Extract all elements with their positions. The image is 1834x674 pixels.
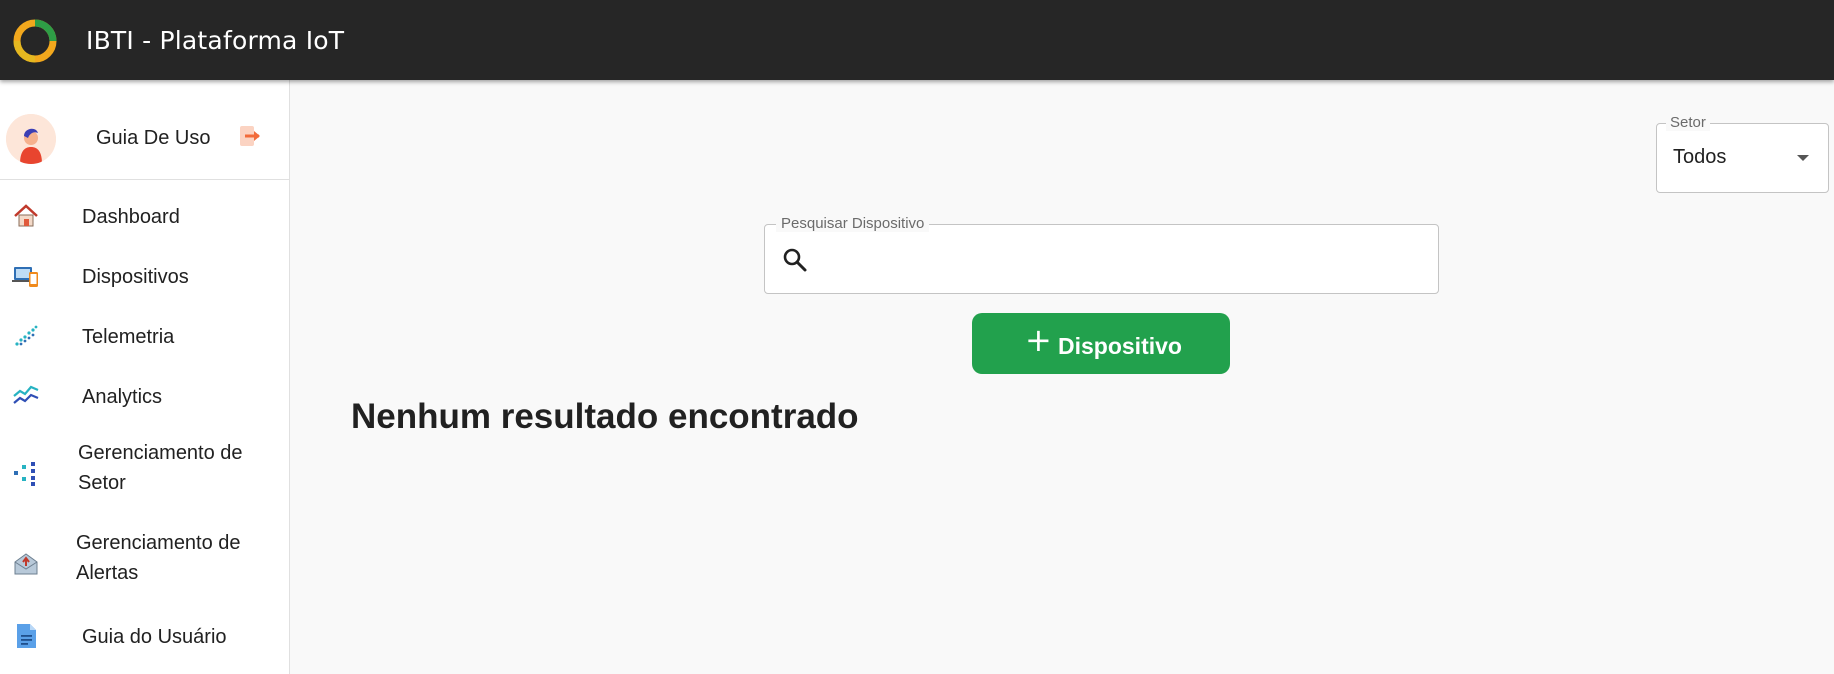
user-avatar-icon[interactable] xyxy=(6,114,56,164)
alerts-management-icon xyxy=(14,553,38,575)
sidebar-item-label-line2: Setor xyxy=(78,472,126,494)
analytics-icon xyxy=(13,385,39,404)
sidebar-item-gerenciamento-alertas[interactable]: Gerenciamento de Alertas xyxy=(0,528,289,598)
sidebar-item-guia-usuario[interactable]: Guia do Usuário xyxy=(0,612,289,662)
main-content xyxy=(290,80,1834,674)
profile-name: Guia De Uso xyxy=(96,127,211,149)
sidebar-item-label-line1: Gerenciamento de xyxy=(76,532,241,554)
sidebar-item-label: Analytics xyxy=(82,386,163,408)
ibti-logo-icon[interactable] xyxy=(12,18,58,64)
add-device-button-label[interactable]: Dispositivo xyxy=(1058,333,1182,360)
plus-icon[interactable]: + xyxy=(1025,322,1052,358)
top-app-bar: IBTI - Plataforma IoT xyxy=(0,0,1834,80)
empty-results-message: Nenhum resultado encontrado xyxy=(351,397,859,436)
sidebar-item-dashboard[interactable]: Dashboard xyxy=(0,192,289,242)
search-field-label: Pesquisar Dispositivo xyxy=(776,215,930,232)
dropdown-arrow-icon[interactable] xyxy=(1797,155,1809,161)
sidebar-item-telemetria[interactable]: Telemetria xyxy=(0,312,289,362)
sidebar-item-label-line2: Alertas xyxy=(76,562,139,584)
profile-section: Guia De Uso xyxy=(0,80,289,180)
setor-select-label: Setor xyxy=(1666,114,1710,131)
sidebar-item-label: Dispositivos xyxy=(82,266,189,288)
sidebar-item-label: Dashboard xyxy=(82,206,180,228)
sidebar: Guia De Uso Dashboard Dispositivos Telem… xyxy=(0,80,290,674)
app-title: IBTI - Plataforma IoT xyxy=(86,26,345,55)
sidebar-item-label: Guia do Usuário xyxy=(82,626,227,648)
user-guide-icon xyxy=(17,624,36,648)
sector-management-icon xyxy=(14,462,35,486)
setor-select-value: Todos xyxy=(1673,146,1727,168)
sidebar-item-dispositivos[interactable]: Dispositivos xyxy=(0,252,289,302)
sidebar-item-analytics[interactable]: Analytics xyxy=(0,372,289,422)
devices-icon xyxy=(12,267,38,287)
sidebar-item-label-line1: Gerenciamento de xyxy=(78,442,243,464)
search-icon xyxy=(783,248,807,272)
logout-arrow-icon[interactable] xyxy=(238,124,262,148)
telemetry-icon xyxy=(15,325,38,346)
sidebar-item-label: Telemetria xyxy=(82,326,175,348)
home-icon xyxy=(14,204,38,227)
sidebar-item-gerenciamento-setor[interactable]: Gerenciamento de Setor xyxy=(0,438,289,508)
search-input[interactable] xyxy=(822,236,1422,282)
